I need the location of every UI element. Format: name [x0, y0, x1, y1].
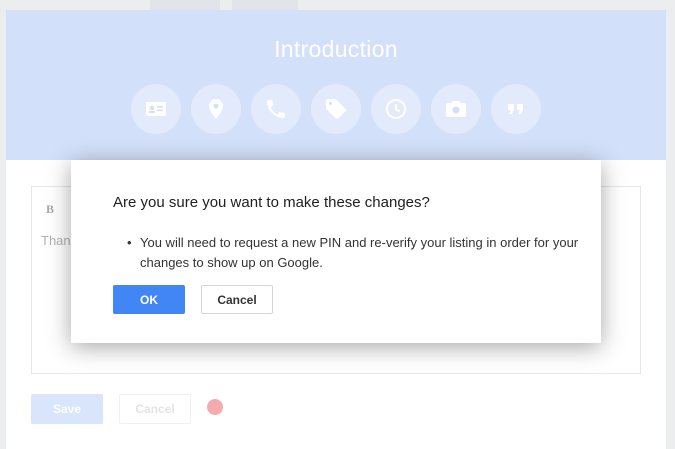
dialog-message: • You will need to request a new PIN and… — [127, 233, 580, 273]
bullet-icon: • — [127, 235, 132, 250]
dialog-message-text: You will need to request a new PIN and r… — [140, 235, 579, 270]
ok-button[interactable]: OK — [113, 285, 185, 314]
dialog-title: Are you sure you want to make these chan… — [113, 194, 430, 211]
dialog-cancel-button[interactable]: Cancel — [201, 285, 273, 314]
confirm-dialog: Are you sure you want to make these chan… — [71, 160, 601, 343]
